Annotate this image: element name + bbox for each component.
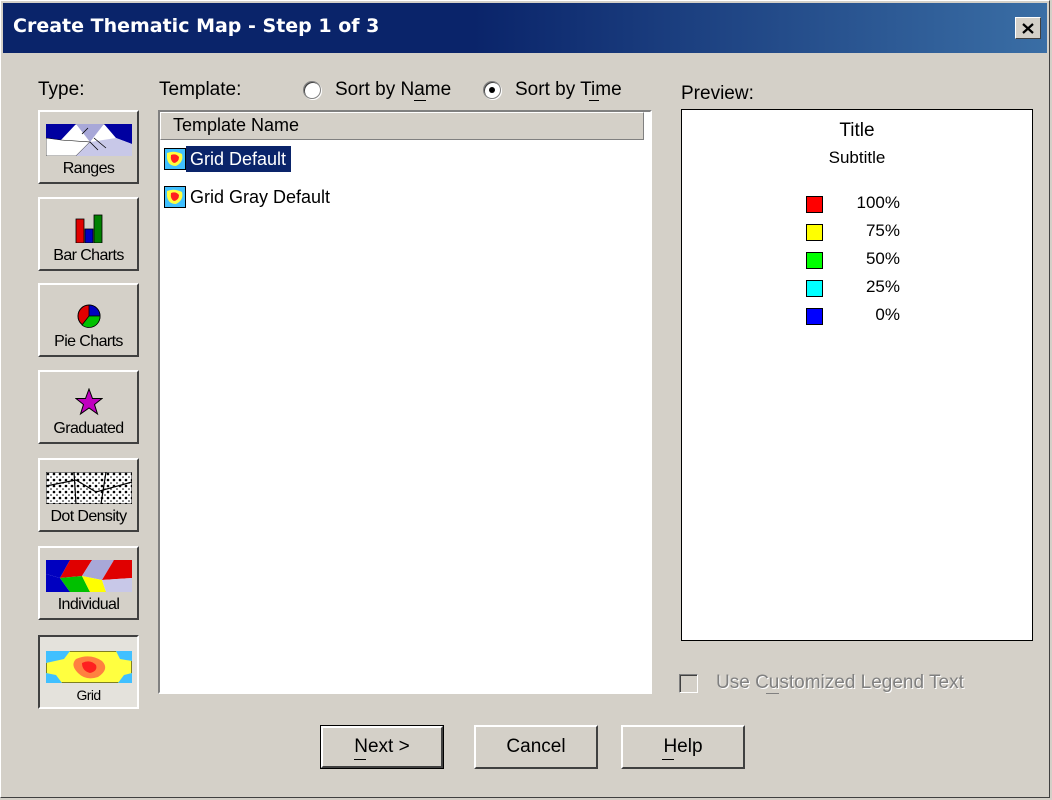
title-bar[interactable]: Create Thematic Map - Step 1 of 3 xyxy=(3,3,1047,53)
legend-label: 0% xyxy=(875,305,900,324)
star-icon xyxy=(74,388,103,416)
type-button-label: Ranges xyxy=(62,160,115,177)
sort-by-name-mnemonic-underline xyxy=(414,100,426,101)
help-button[interactable]: Help xyxy=(621,725,745,769)
cancel-button[interactable]: Cancel xyxy=(474,725,598,769)
dot-density-icon xyxy=(45,472,132,504)
type-button-grid[interactable]: Grid xyxy=(38,635,139,709)
customized-mnemonic-underline xyxy=(766,693,779,694)
type-button-label: Graduated xyxy=(53,420,124,437)
template-name: Grid Gray Default xyxy=(190,187,331,207)
preview-label: Preview: xyxy=(681,83,754,104)
bar-chart-icon xyxy=(75,214,102,243)
legend-swatch-25 xyxy=(806,280,823,297)
next-button-label: Next > xyxy=(354,736,410,757)
type-button-dot-density[interactable]: Dot Density xyxy=(38,458,139,532)
grid-template-icon xyxy=(164,186,186,208)
type-button-label: Grid xyxy=(76,687,101,703)
template-name-column-header[interactable]: Template Name xyxy=(160,112,644,140)
type-button-label: Individual xyxy=(57,596,120,613)
type-button-label: Dot Density xyxy=(50,508,127,525)
preview-title: Title xyxy=(839,120,875,141)
next-mnemonic-underline xyxy=(354,759,366,760)
individual-pattern-icon xyxy=(45,560,132,592)
dialog-window: Create Thematic Map - Step 1 of 3 Type: … xyxy=(0,0,1050,798)
type-button-label: Pie Charts xyxy=(54,333,123,350)
use-customized-legend-text-label[interactable]: Use Customized Legend Text xyxy=(716,672,964,694)
sort-by-time-radio[interactable] xyxy=(483,81,501,99)
legend-label: 100% xyxy=(856,193,900,212)
close-button[interactable] xyxy=(1015,17,1041,39)
grid-icon xyxy=(45,651,132,683)
help-button-label: Help xyxy=(663,736,703,757)
use-customized-legend-text-checkbox[interactable] xyxy=(679,674,698,693)
sort-by-name-label[interactable]: Sort by Name xyxy=(335,79,451,101)
type-button-individual[interactable]: Individual xyxy=(38,546,139,620)
template-list-item[interactable]: Grid Gray Default xyxy=(164,184,335,210)
type-button-label: Bar Charts xyxy=(53,247,124,264)
legend-swatch-0 xyxy=(806,308,823,325)
sort-by-name-radio[interactable] xyxy=(303,81,321,99)
close-x-icon xyxy=(1022,22,1034,34)
type-button-ranges[interactable]: Ranges xyxy=(38,110,139,184)
type-button-graduated[interactable]: Graduated xyxy=(38,370,139,444)
type-label: Type: xyxy=(38,79,85,100)
template-label: Template: xyxy=(159,79,242,100)
preview-subtitle: Subtitle xyxy=(828,148,886,167)
help-mnemonic-underline xyxy=(662,759,674,760)
type-button-bar-charts[interactable]: Bar Charts xyxy=(38,197,139,271)
grid-template-icon xyxy=(164,148,186,170)
next-button[interactable]: Next > xyxy=(320,725,444,769)
template-list[interactable]: Template Name Grid Default Grid Gray Def… xyxy=(158,110,652,694)
legend-swatch-100 xyxy=(806,196,823,213)
ranges-pattern-icon xyxy=(45,124,132,156)
pie-chart-icon xyxy=(77,304,100,328)
preview-panel: Title Subtitle 100% 75% 50% 25% 0% xyxy=(681,109,1033,641)
legend-label: 75% xyxy=(865,221,900,240)
legend-swatch-50 xyxy=(806,252,823,269)
cancel-button-label: Cancel xyxy=(506,736,566,757)
template-list-item[interactable]: Grid Default xyxy=(164,146,292,172)
template-name: Grid Default xyxy=(186,146,292,172)
legend-label: 50% xyxy=(865,249,900,268)
sort-by-time-label[interactable]: Sort by Time xyxy=(515,79,622,101)
legend-swatch-75 xyxy=(806,224,823,241)
sort-by-time-mnemonic-underline xyxy=(589,100,599,101)
legend-label: 25% xyxy=(865,277,900,296)
window-title: Create Thematic Map - Step 1 of 3 xyxy=(13,15,380,37)
type-button-pie-charts[interactable]: Pie Charts xyxy=(38,283,139,357)
